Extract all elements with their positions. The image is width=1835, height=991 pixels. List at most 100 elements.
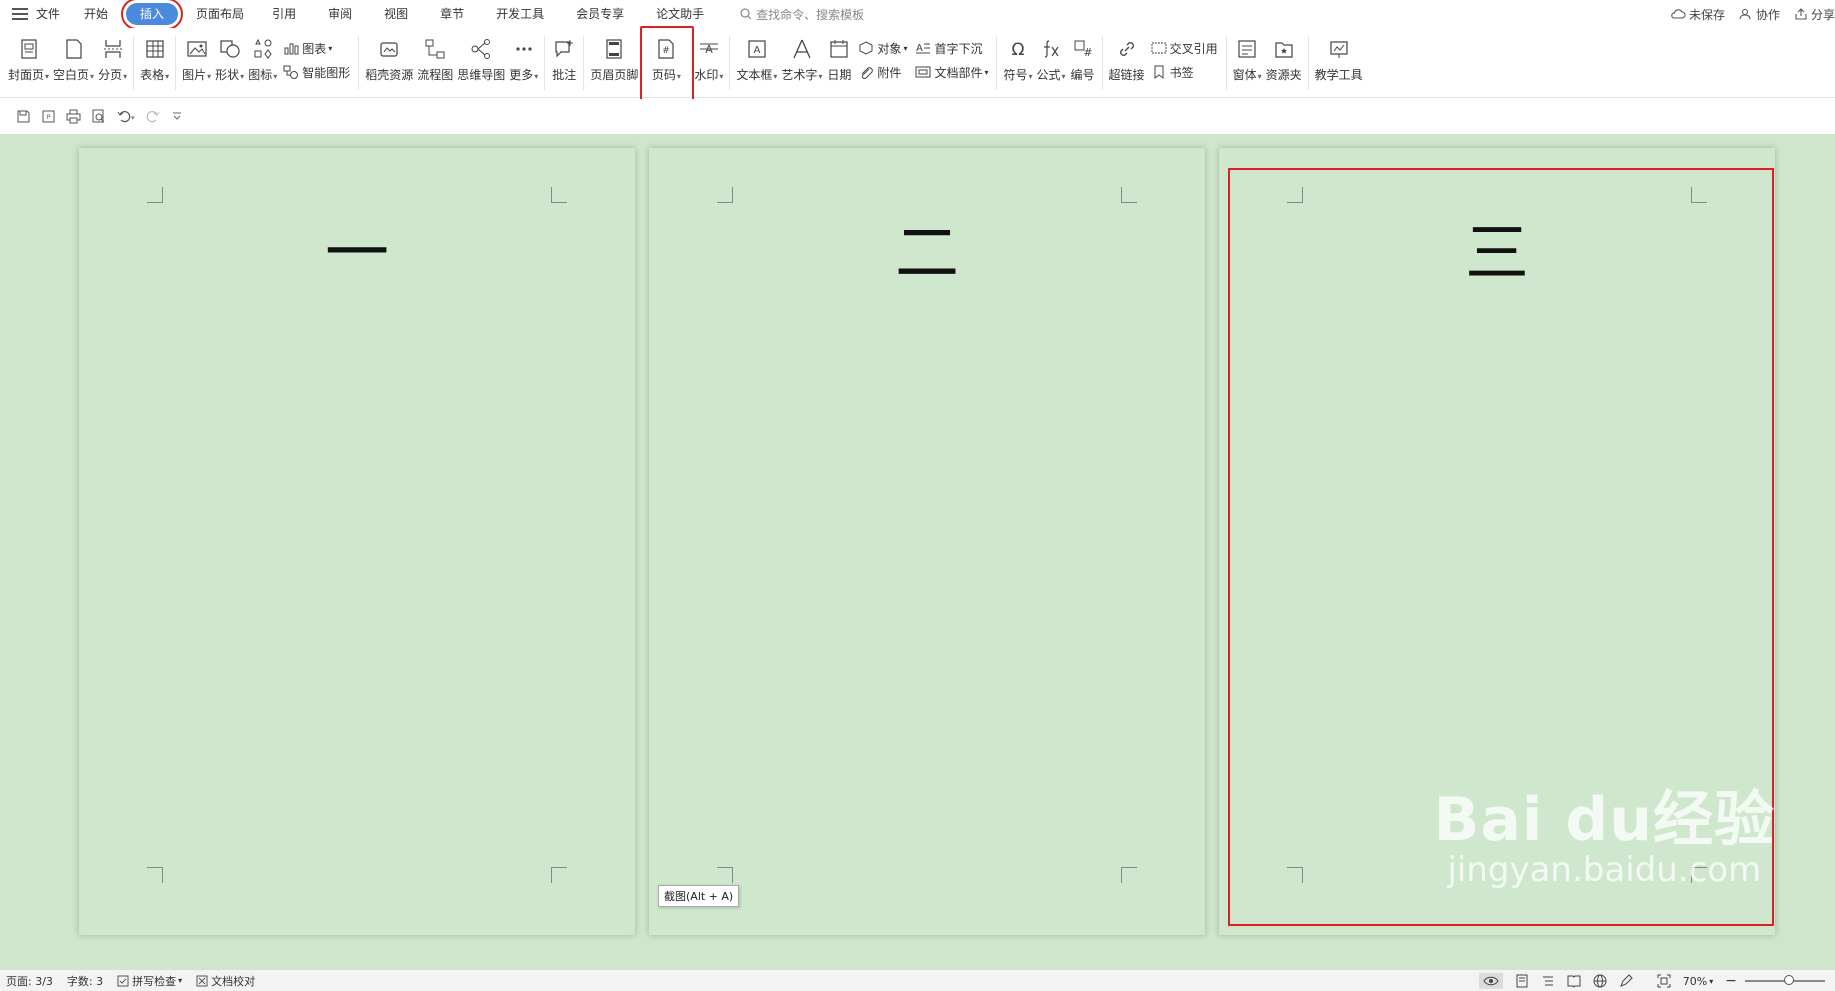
textbox-label: 文本框 <box>736 68 773 82</box>
page-view-icon[interactable] <box>1515 974 1529 988</box>
margin-corner <box>1287 187 1303 203</box>
zoom-label: 70% <box>1682 974 1708 988</box>
margin-corner <box>551 187 567 203</box>
insert-ribbon: 封面页▾ 空白页▾ 分页▾ 表格▾ 图片▾ 形状▾ 图标▾ 图表▾ 智能图形 <box>0 26 1835 104</box>
collab-button[interactable]: 协作 <box>1739 6 1780 23</box>
menu-home[interactable]: 开始 <box>72 3 120 25</box>
formula-button[interactable]: 公式▾ <box>1037 28 1066 92</box>
web-view-icon[interactable] <box>1593 974 1607 988</box>
dropcap-button[interactable]: A 首字下沉 <box>915 36 988 60</box>
attachment-button[interactable]: 附件 <box>858 60 907 84</box>
ribbon-separator <box>133 36 135 90</box>
print-preview-icon[interactable] <box>91 109 106 124</box>
watermark-button[interactable]: A 水印▾ <box>694 28 723 92</box>
header-footer-button[interactable]: 页眉页脚 <box>590 28 638 92</box>
zoom-level[interactable]: 70% ▾ <box>1683 975 1713 988</box>
proofread-button[interactable]: 文档校对 <box>196 973 255 989</box>
menu-page-layout[interactable]: 页面布局 <box>184 3 256 25</box>
menu-developer[interactable]: 开发工具 <box>480 3 560 25</box>
menu-member[interactable]: 会员专享 <box>560 3 640 25</box>
share-button[interactable]: 分享 <box>1794 6 1835 23</box>
share-icon <box>1795 8 1807 20</box>
proofread-icon <box>196 975 208 986</box>
page-3[interactable]: 三 <box>1219 148 1775 935</box>
command-search[interactable]: 查找命令、搜索模板 <box>740 6 864 23</box>
ribbon-separator <box>175 36 177 90</box>
textbox-icon: A <box>744 36 770 62</box>
textbox-button[interactable]: A 文本框▾ <box>736 28 777 92</box>
export-pdf-icon[interactable]: P <box>41 109 56 124</box>
hyperlink-button[interactable]: 超链接 <box>1109 28 1145 92</box>
menu-references[interactable]: 引用 <box>256 3 312 25</box>
write-mode-icon[interactable] <box>1619 974 1633 988</box>
customize-toolbar-icon[interactable] <box>171 110 183 122</box>
picture-button[interactable]: 图片▾ <box>182 28 211 92</box>
ribbon-separator <box>1101 36 1103 90</box>
menu-file[interactable]: 文件 <box>34 3 72 25</box>
redo-icon[interactable] <box>146 109 161 124</box>
chart-button[interactable]: 图表 ▾ <box>283 36 350 60</box>
page-number-button[interactable]: # 页码▾ <box>640 26 695 104</box>
icon-button[interactable]: 图标▾ <box>248 28 277 92</box>
chart-label: 图表 <box>302 41 327 56</box>
icon-label: 图标 <box>248 68 273 82</box>
ribbon-separator <box>544 36 546 90</box>
page-break-button[interactable]: 分页▾ <box>98 28 127 92</box>
numbering-button[interactable]: # 编号 <box>1070 28 1096 92</box>
reference-group: 交叉引用 书签 <box>1151 28 1218 92</box>
resources-icon <box>376 36 402 62</box>
resource-folder-button[interactable]: 资源夹 <box>1266 28 1302 92</box>
unsaved-button[interactable]: 未保存 <box>1670 6 1725 23</box>
blank-label: 空白页 <box>53 68 90 82</box>
zoom-slider-thumb[interactable] <box>1784 975 1794 985</box>
teaching-tools-button[interactable]: 教学工具 <box>1315 28 1363 92</box>
watermark-label: 水印 <box>694 68 719 82</box>
page-text: 一 <box>325 217 389 291</box>
zoom-slider[interactable] <box>1745 975 1825 985</box>
blank-page-button[interactable]: 空白页▾ <box>53 28 94 92</box>
print-icon[interactable] <box>66 109 81 124</box>
document-area[interactable]: 一 二 三 截图(Alt + A) <box>0 134 1835 969</box>
fit-page-icon[interactable] <box>1657 974 1671 988</box>
menu-review[interactable]: 审阅 <box>312 3 368 25</box>
symbol-label: 符号 <box>1003 68 1028 82</box>
window-button[interactable]: 窗体▾ <box>1233 28 1262 92</box>
zoom-out-button[interactable]: − <box>1725 973 1737 989</box>
wordart-button[interactable]: 艺术字▾ <box>781 28 822 92</box>
shape-icon <box>217 36 243 62</box>
more-button[interactable]: 更多▾ <box>509 28 538 92</box>
resfolder-label: 资源夹 <box>1265 68 1302 82</box>
page-2[interactable]: 二 <box>649 148 1205 935</box>
comment-button[interactable]: 批注 <box>551 28 577 92</box>
eye-protection-icon[interactable] <box>1478 973 1503 989</box>
page-1[interactable]: 一 <box>79 148 635 935</box>
outline-view-icon[interactable] <box>1541 974 1555 988</box>
page-indicator[interactable]: 页面: 3/3 <box>6 973 53 989</box>
object-button[interactable]: 对象 ▾ <box>858 36 907 60</box>
flowchart-button[interactable]: 流程图 <box>417 28 453 92</box>
bookmark-button[interactable]: 书签 <box>1151 60 1218 84</box>
menu-paper-assistant[interactable]: 论文助手 <box>640 3 720 25</box>
shape-button[interactable]: 形状▾ <box>215 28 244 92</box>
date-button[interactable]: 日期 <box>826 28 852 92</box>
word-count[interactable]: 字数: 3 <box>67 973 103 989</box>
chart-group: 图表 ▾ 智能图形 <box>283 28 350 92</box>
table-button[interactable]: 表格▾ <box>140 28 169 92</box>
smartart-button[interactable]: 智能图形 <box>283 60 350 84</box>
reading-view-icon[interactable] <box>1567 974 1581 988</box>
spell-check-button[interactable]: 拼写检查 ▾ <box>117 973 182 989</box>
cover-page-button[interactable]: 封面页▾ <box>8 28 49 92</box>
hamburger-icon[interactable] <box>12 8 28 20</box>
hyperlink-label: 超链接 <box>1108 68 1145 82</box>
undo-icon[interactable]: ▾ <box>116 109 136 124</box>
menu-bar: 文件 开始 插入 页面布局 引用 审阅 视图 章节 开发工具 会员专享 论文助手… <box>0 0 1835 30</box>
docparts-button[interactable]: 文档部件 ▾ <box>915 60 988 84</box>
menu-insert[interactable]: 插入 <box>121 0 184 30</box>
menu-chapter[interactable]: 章节 <box>424 3 480 25</box>
mindmap-button[interactable]: 思维导图 <box>457 28 505 92</box>
save-icon[interactable] <box>16 109 31 124</box>
resources-button[interactable]: 稻壳资源 <box>365 28 413 92</box>
menu-view[interactable]: 视图 <box>368 3 424 25</box>
symbol-button[interactable]: Ω 符号▾ <box>1003 28 1032 92</box>
crossref-button[interactable]: 交叉引用 <box>1151 36 1218 60</box>
